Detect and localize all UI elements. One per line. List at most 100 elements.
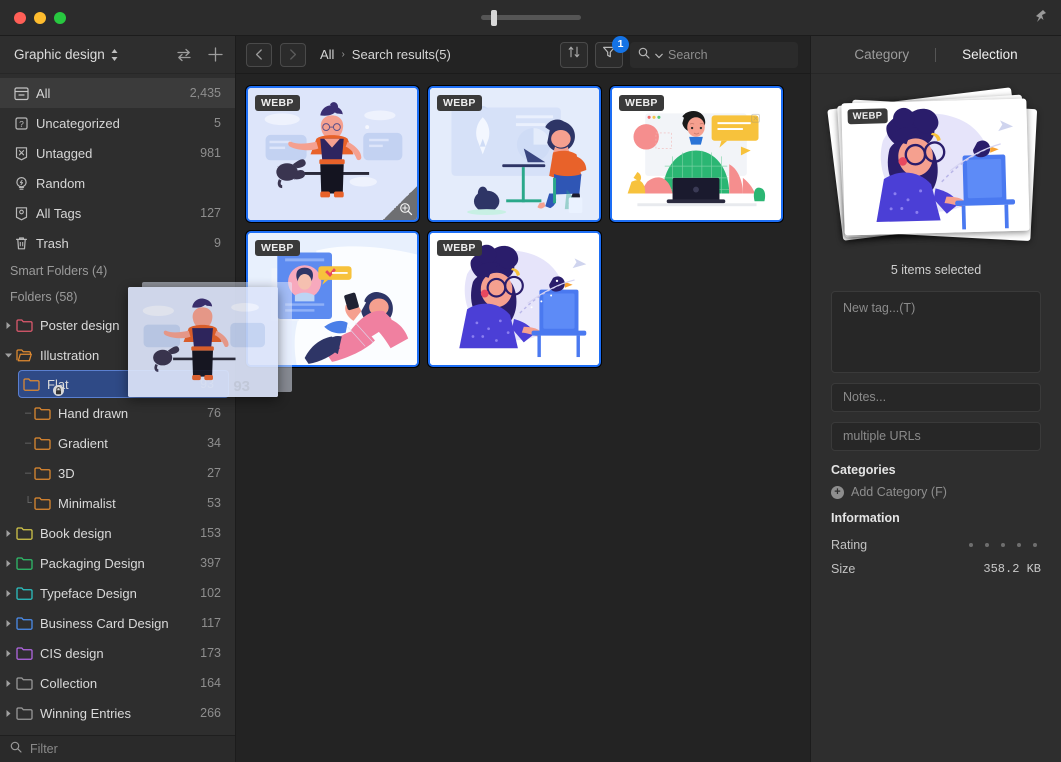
main-content: All › Search results(5) 1 Search WEBP WE… bbox=[236, 35, 810, 762]
folder-label: Hand drawn bbox=[58, 405, 129, 421]
rating-label: Rating bbox=[831, 538, 868, 552]
folder-count: 53 bbox=[207, 496, 221, 510]
tab-category[interactable]: Category bbox=[828, 47, 935, 62]
thumbnail-card[interactable]: WEBP bbox=[610, 86, 783, 222]
search-input[interactable] bbox=[668, 47, 790, 62]
folder-icon bbox=[16, 526, 40, 540]
folder-row-collection[interactable]: Collection 164 bbox=[0, 668, 235, 698]
information-title: Information bbox=[831, 511, 900, 525]
folder-label: Collection bbox=[40, 675, 98, 691]
format-badge: WEBP bbox=[437, 240, 482, 256]
folder-row-illustration[interactable]: Illustration bbox=[0, 340, 235, 370]
plus-icon[interactable] bbox=[208, 47, 223, 62]
search-bar[interactable] bbox=[630, 41, 798, 68]
chevron-right-icon[interactable] bbox=[0, 321, 16, 330]
sidebar-item-trash[interactable]: Trash 9 bbox=[0, 228, 235, 258]
rating-dot[interactable] bbox=[1017, 543, 1021, 547]
inspector-tabs: Category Selection bbox=[811, 36, 1061, 74]
folder-icon bbox=[34, 496, 58, 510]
add-category-button[interactable]: + Add Category (F) bbox=[831, 485, 1041, 499]
sidebar-item-all-tags[interactable]: All Tags 127 bbox=[0, 198, 235, 228]
close-button[interactable] bbox=[14, 11, 26, 24]
smart-folders-header[interactable]: Smart Folders (4) bbox=[0, 258, 235, 284]
folder-row-cis-design[interactable]: CIS design 173 bbox=[0, 638, 235, 668]
swap-arrows-icon[interactable] bbox=[176, 48, 192, 62]
back-button[interactable] bbox=[246, 42, 272, 67]
thumbnail-card[interactable]: WEBP bbox=[246, 231, 419, 367]
stacked-thumbnails: WEBP bbox=[827, 86, 1038, 241]
folder-row-3d[interactable]: – 3D 27 bbox=[0, 458, 235, 488]
folder-row-gradient[interactable]: – Gradient 34 bbox=[0, 428, 235, 458]
folder-row-typeface-design[interactable]: Typeface Design 102 bbox=[0, 578, 235, 608]
rating-row[interactable]: Rating bbox=[831, 533, 1041, 557]
url-input[interactable]: multiple URLs bbox=[831, 422, 1041, 451]
chevron-down-icon[interactable] bbox=[0, 352, 16, 359]
add-category-label: Add Category (F) bbox=[851, 485, 947, 499]
chevron-right-icon[interactable] bbox=[0, 559, 16, 568]
thumbnail-grid[interactable]: WEBP WEBP WEBP WEBP WEBP bbox=[236, 74, 810, 762]
filter-button[interactable]: 1 bbox=[595, 35, 629, 68]
zoom-preview-corner[interactable] bbox=[383, 186, 417, 220]
sidebar-item-untagged[interactable]: Untagged 981 bbox=[0, 138, 235, 168]
sidebar-item-label: Trash bbox=[36, 235, 69, 251]
rating-dot[interactable] bbox=[1001, 543, 1005, 547]
chevron-right-icon[interactable] bbox=[0, 589, 16, 598]
folder-icon bbox=[34, 466, 58, 480]
folder-row-minimalist[interactable]: └ Minimalist 53 bbox=[0, 488, 235, 518]
minimize-button[interactable] bbox=[34, 11, 46, 24]
sidebar-item-label: All bbox=[36, 85, 51, 101]
stack-sheet-front: WEBP bbox=[841, 98, 1030, 235]
chevron-right-icon[interactable] bbox=[0, 649, 16, 658]
rating-dot[interactable] bbox=[985, 543, 989, 547]
folder-row-packaging-design[interactable]: Packaging Design 397 bbox=[0, 548, 235, 578]
sidebar-scroll[interactable]: All 2,435 ? Uncategorized 5 Untagged 981 bbox=[0, 74, 235, 735]
archive-box-icon bbox=[14, 86, 36, 101]
thumbnail-card[interactable]: WEBP bbox=[428, 231, 601, 367]
folder-label: Poster design bbox=[40, 317, 120, 333]
folder-row-hand-drawn[interactable]: – Hand drawn 76 bbox=[0, 398, 235, 428]
toolbar: All › Search results(5) 1 bbox=[236, 35, 810, 74]
rating-dot[interactable] bbox=[969, 543, 973, 547]
slider-knob[interactable] bbox=[490, 9, 497, 26]
thumbnail-card[interactable]: WEBP bbox=[246, 86, 419, 222]
format-badge: WEBP bbox=[255, 240, 300, 256]
folder-row-business-card-design[interactable]: Business Card Design 117 bbox=[0, 608, 235, 638]
chevron-right-icon[interactable] bbox=[0, 529, 16, 538]
selection-preview[interactable]: WEBP bbox=[811, 74, 1061, 259]
rating-stars[interactable] bbox=[969, 543, 1041, 547]
thumbnail-size-slider[interactable] bbox=[480, 9, 581, 26]
lock-icon bbox=[53, 385, 64, 396]
maximize-button[interactable] bbox=[54, 11, 66, 24]
pin-icon[interactable] bbox=[1034, 9, 1047, 26]
sidebar-item-all[interactable]: All 2,435 bbox=[0, 78, 235, 108]
sidebar-filter-bar[interactable] bbox=[0, 735, 235, 762]
folder-icon bbox=[16, 676, 40, 690]
search-icon bbox=[10, 740, 22, 758]
chevron-right-icon[interactable] bbox=[0, 709, 16, 718]
folder-icon bbox=[16, 616, 40, 630]
folder-row-poster-design[interactable]: Poster design bbox=[0, 310, 235, 340]
folder-row-book-design[interactable]: Book design 153 bbox=[0, 518, 235, 548]
breadcrumb-current[interactable]: Search results(5) bbox=[352, 47, 451, 62]
tree-guide: – bbox=[24, 407, 32, 419]
rating-dot[interactable] bbox=[1033, 543, 1037, 547]
library-header-actions bbox=[176, 47, 223, 62]
forward-button[interactable] bbox=[280, 42, 306, 67]
chevron-down-icon[interactable] bbox=[655, 46, 663, 64]
chevron-updown-icon[interactable] bbox=[110, 48, 119, 62]
tag-input[interactable]: New tag...(T) bbox=[831, 291, 1041, 373]
chevron-right-icon[interactable] bbox=[0, 619, 16, 628]
tab-selection[interactable]: Selection bbox=[936, 47, 1044, 62]
sidebar-item-uncategorized[interactable]: ? Uncategorized 5 bbox=[0, 108, 235, 138]
folder-row-flat[interactable]: Flat 93 bbox=[18, 370, 229, 398]
library-header[interactable]: Graphic design bbox=[0, 36, 235, 74]
breadcrumb-root[interactable]: All bbox=[320, 47, 334, 62]
sidebar-filter-input[interactable] bbox=[30, 742, 225, 756]
folder-row-winning-entries[interactable]: Winning Entries 266 bbox=[0, 698, 235, 728]
folders-header[interactable]: Folders (58) bbox=[0, 284, 235, 310]
notes-input[interactable]: Notes... bbox=[831, 383, 1041, 412]
thumbnail-card[interactable]: WEBP bbox=[428, 86, 601, 222]
sidebar-item-random[interactable]: Random bbox=[0, 168, 235, 198]
sort-button[interactable] bbox=[560, 41, 588, 68]
chevron-right-icon[interactable] bbox=[0, 679, 16, 688]
